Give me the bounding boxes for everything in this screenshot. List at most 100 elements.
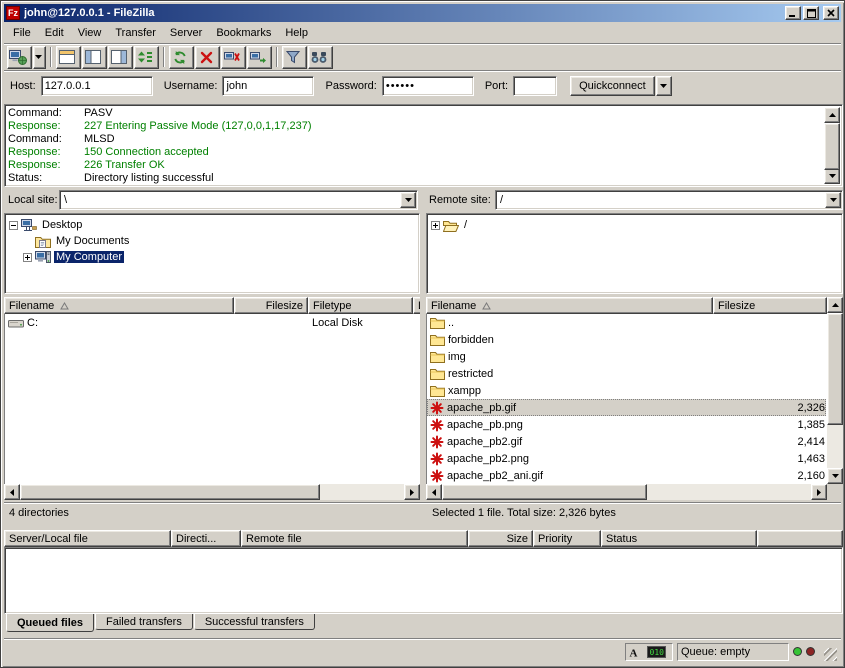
column-header-filesize[interactable]: Filesize <box>234 297 308 314</box>
tree-label: My Computer <box>54 251 124 263</box>
close-button[interactable] <box>823 6 839 20</box>
column-header-directi[interactable]: Directi... <box>171 530 241 547</box>
file-cell <box>714 331 827 348</box>
menu-server[interactable]: Server <box>163 24 209 42</box>
toggle-queue-button[interactable] <box>134 46 159 69</box>
column-header-size[interactable]: Size <box>468 530 533 547</box>
remote-site-dropdown-icon[interactable] <box>825 192 841 208</box>
stop-button[interactable] <box>195 46 220 69</box>
log-scrollbar[interactable] <box>824 107 840 184</box>
reconnect-button[interactable] <box>247 46 272 69</box>
file-row-restricted[interactable]: restricted <box>427 365 826 382</box>
titlebar[interactable]: Fz john@127.0.0.1 - FileZilla <box>4 4 841 22</box>
quickconnect-dropdown-button[interactable] <box>656 76 672 96</box>
maximize-button[interactable] <box>803 6 819 20</box>
column-header-remote-file[interactable]: Remote file <box>241 530 468 547</box>
find-button[interactable] <box>308 46 333 69</box>
username-input[interactable] <box>222 76 314 96</box>
scroll-up-button[interactable] <box>824 107 840 123</box>
tree-expander-plus-icon[interactable] <box>431 221 440 230</box>
local-site-dropdown-icon[interactable] <box>400 192 416 208</box>
tree-item-my-documents[interactable]: My Documents <box>5 233 419 249</box>
file-row-apache-pb-png[interactable]: apache_pb.png1,385 <box>427 416 826 433</box>
queue-splitter[interactable] <box>4 520 843 530</box>
file-row-parent-dir[interactable]: .. <box>427 314 826 331</box>
menu-help[interactable]: Help <box>278 24 315 42</box>
menu-bookmarks[interactable]: Bookmarks <box>209 24 278 42</box>
remote-list-horizontal-scrollbar[interactable] <box>426 484 827 500</box>
menu-file[interactable]: File <box>6 24 38 42</box>
filter-button[interactable] <box>282 46 307 69</box>
scroll-thumb[interactable] <box>20 484 320 500</box>
remote-list-vertical-scrollbar[interactable] <box>827 297 843 484</box>
tab-successful-transfers[interactable]: Successful transfers <box>194 614 315 630</box>
toggle-local-tree-button[interactable] <box>82 46 107 69</box>
file-row-forbidden[interactable]: forbidden <box>427 331 826 348</box>
site-manager-dropdown-button[interactable] <box>33 46 46 69</box>
scroll-thumb[interactable] <box>824 123 840 170</box>
image-file-icon <box>430 469 444 483</box>
header-label: Filesize <box>718 300 755 312</box>
tab-queued-files[interactable]: Queued files <box>6 614 94 632</box>
file-row-apache-pb2-gif[interactable]: apache_pb2.gif2,414 <box>427 433 826 450</box>
file-row-apache-pb-gif[interactable]: apache_pb.gif2,326 <box>427 399 826 416</box>
log-text: 227 Entering Passive Mode (127,0,0,1,17,… <box>84 120 311 133</box>
column-header-filename[interactable]: Filename <box>4 297 234 314</box>
transfer-queue-list[interactable] <box>4 547 843 614</box>
scroll-left-button[interactable] <box>4 484 20 500</box>
menu-view[interactable]: View <box>71 24 109 42</box>
tab-failed-transfers[interactable]: Failed transfers <box>95 614 193 630</box>
column-header-filesize[interactable]: Filesize <box>713 297 827 314</box>
toggle-remote-tree-button[interactable] <box>108 46 133 69</box>
file-row-c[interactable]: C:Local Disk <box>5 314 419 331</box>
column-header-priority[interactable]: Priority <box>533 530 601 547</box>
file-cell: apache_pb2.gif <box>427 433 714 450</box>
folder-open-icon <box>443 219 459 232</box>
port-input[interactable] <box>513 76 557 96</box>
refresh-button[interactable] <box>169 46 194 69</box>
tree-item-desktop[interactable]: Desktop <box>5 217 419 233</box>
menu-transfer[interactable]: Transfer <box>108 24 163 42</box>
pane-splitter[interactable] <box>420 190 426 502</box>
file-row-xampp[interactable]: xampp <box>427 382 826 399</box>
cell-text: 2,160 <box>797 470 825 482</box>
toggle-log-button[interactable] <box>56 46 81 69</box>
scroll-down-button[interactable] <box>827 468 843 484</box>
scroll-up-button[interactable] <box>827 297 843 313</box>
file-cell <box>714 348 827 365</box>
column-header-l[interactable]: L <box>413 297 420 314</box>
site-manager-icon <box>9 49 27 65</box>
local-site-combo[interactable]: \ <box>59 190 418 210</box>
tree-expander-minus-icon[interactable] <box>9 221 18 230</box>
password-input[interactable] <box>382 76 474 96</box>
scroll-right-button[interactable] <box>811 484 827 500</box>
column-header-server-local-file[interactable]: Server/Local file <box>4 530 171 547</box>
column-header-filename[interactable]: Filename <box>426 297 713 314</box>
scroll-right-button[interactable] <box>404 484 420 500</box>
minimize-button[interactable] <box>785 6 801 20</box>
scroll-thumb[interactable] <box>827 313 843 425</box>
file-cell: 2,414 <box>714 433 827 450</box>
menu-edit[interactable]: Edit <box>38 24 71 42</box>
file-row-apache-pb2-png[interactable]: apache_pb2.png1,463 <box>427 450 826 467</box>
column-header-status[interactable]: Status <box>601 530 757 547</box>
resize-grip[interactable] <box>824 648 837 661</box>
file-row-apache-pb2-ani-gif[interactable]: apache_pb2_ani.gif2,160 <box>427 467 826 484</box>
tree-item-parent-dir[interactable]: / <box>427 217 842 233</box>
tree-expander-plus-icon[interactable] <box>23 253 32 262</box>
host-input[interactable] <box>41 76 153 96</box>
remote-site-combo[interactable]: / <box>495 190 843 210</box>
quickconnect-button[interactable]: Quickconnect <box>570 76 655 96</box>
scroll-down-button[interactable] <box>824 168 840 184</box>
file-row-img[interactable]: img <box>427 348 826 365</box>
tree-item-my-computer[interactable]: My Computer <box>5 249 419 265</box>
column-header-filetype[interactable]: Filetype <box>308 297 413 314</box>
disconnect-button[interactable] <box>221 46 246 69</box>
folder-icon <box>430 333 445 346</box>
scroll-thumb[interactable] <box>442 484 647 500</box>
password-label: Password: <box>325 80 376 92</box>
image-file-icon <box>430 435 444 449</box>
site-manager-button[interactable] <box>7 46 32 69</box>
local-list-horizontal-scrollbar[interactable] <box>4 484 420 500</box>
scroll-left-button[interactable] <box>426 484 442 500</box>
